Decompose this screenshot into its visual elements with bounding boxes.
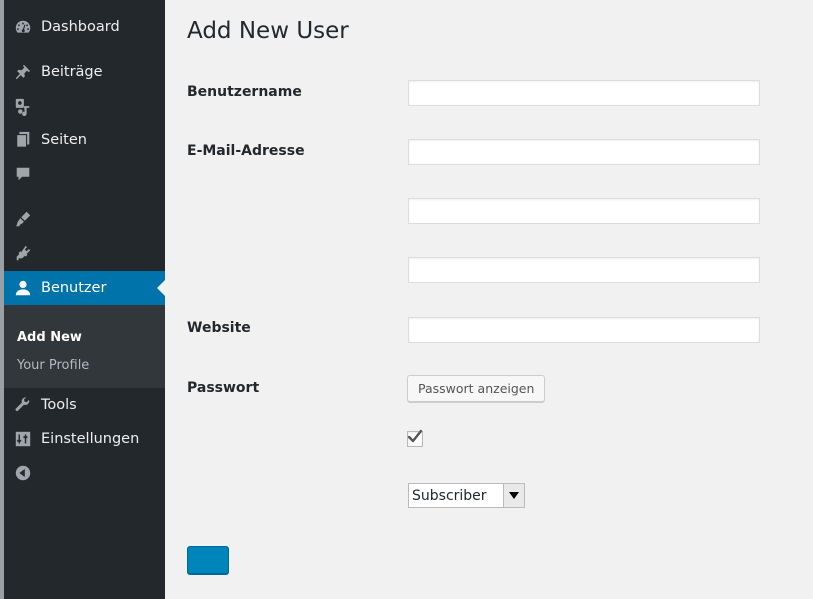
- page-title: Add New User: [187, 18, 349, 44]
- username-label: Benutzername: [187, 84, 302, 100]
- sidebar-item-benutzer[interactable]: Benutzer: [4, 271, 165, 305]
- last-name-input[interactable]: [408, 257, 760, 283]
- email-input[interactable]: [408, 139, 760, 165]
- sidebar-item-media[interactable]: [4, 90, 165, 124]
- sidebar-item-label: Einstellungen: [41, 431, 140, 447]
- pages-icon: [14, 131, 32, 149]
- settings-sliders-icon: [14, 430, 32, 448]
- sidebar-item-label: Seiten: [41, 132, 87, 148]
- email-label: E-Mail-Adresse: [187, 143, 305, 159]
- password-label: Passwort: [187, 380, 260, 396]
- username-input[interactable]: [408, 80, 760, 106]
- sidebar-item-label: Benutzer: [41, 280, 107, 296]
- submenu-item-your-profile[interactable]: Your Profile: [17, 358, 89, 373]
- user-icon: [14, 279, 32, 297]
- role-select[interactable]: Subscriber: [408, 483, 525, 508]
- admin-sidebar: Dashboard Beiträge Seiten Benutzer Add N…: [4, 0, 165, 599]
- media-icon: [14, 98, 32, 116]
- sidebar-item-label: Tools: [41, 397, 77, 413]
- role-select-value: Subscriber: [412, 488, 487, 504]
- dashboard-icon: [14, 18, 32, 36]
- collapse-arrow-icon: [14, 464, 32, 482]
- sidebar-item-beitraege[interactable]: Beiträge: [4, 55, 165, 89]
- send-notification-checkbox[interactable]: [407, 429, 423, 447]
- pushpin-icon: [14, 63, 32, 81]
- wrench-icon: [14, 396, 32, 414]
- checkmark-icon: [407, 429, 423, 443]
- sidebar-item-appearance[interactable]: [4, 202, 165, 236]
- sidebar-item-plugins[interactable]: [4, 236, 165, 270]
- main-content: Add New User Benutzername E-Mail-Adresse…: [165, 0, 813, 599]
- sidebar-item-einstellungen[interactable]: Einstellungen: [4, 422, 165, 456]
- add-new-user-button[interactable]: [187, 546, 229, 574]
- chevron-down-icon[interactable]: [503, 484, 524, 507]
- sidebar-item-comments[interactable]: [4, 157, 165, 191]
- comment-icon: [14, 165, 32, 183]
- users-submenu: Add New Your Profile: [4, 305, 165, 388]
- sidebar-item-tools[interactable]: Tools: [4, 388, 165, 422]
- sidebar-item-seiten[interactable]: Seiten: [4, 123, 165, 157]
- submenu-item-add-new[interactable]: Add New: [17, 330, 82, 345]
- appearance-brush-icon: [14, 210, 32, 228]
- sidebar-item-label: Dashboard: [41, 19, 120, 35]
- website-input[interactable]: [408, 317, 760, 343]
- website-label: Website: [187, 320, 251, 336]
- collapse-menu-button[interactable]: [4, 456, 165, 490]
- sidebar-item-label: Beiträge: [41, 64, 103, 80]
- sidebar-item-dashboard[interactable]: Dashboard: [4, 10, 165, 44]
- first-name-input[interactable]: [408, 198, 760, 224]
- plugin-icon: [14, 244, 32, 262]
- show-password-button[interactable]: Passwort anzeigen: [407, 375, 546, 402]
